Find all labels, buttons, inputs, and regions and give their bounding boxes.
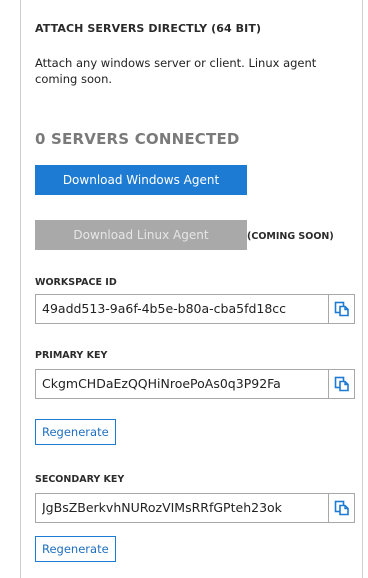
copy-icon [334, 376, 349, 392]
section-description: Attach any windows server or client. Lin… [35, 56, 317, 86]
primary-key-field[interactable]: CkgmCHDaEzQQHiNroePoAs0q3P92Fa [35, 369, 355, 399]
primary-key-value[interactable]: CkgmCHDaEzQQHiNroePoAs0q3P92Fa [42, 370, 320, 398]
copy-icon [334, 301, 349, 317]
regenerate-primary-key-button[interactable]: Regenerate [35, 419, 116, 445]
copy-primary-key-button[interactable] [328, 370, 354, 398]
secondary-key-label: SECONDARY KEY [35, 474, 125, 485]
coming-soon-note: (COMING SOON) [247, 231, 334, 242]
download-linux-agent-button: Download Linux Agent [35, 220, 247, 250]
workspace-id-field[interactable]: 49add513-9a6f-4b5e-b80a-cba5fd18cc [35, 294, 355, 324]
download-windows-agent-button[interactable]: Download Windows Agent [35, 165, 247, 195]
servers-connected-count: 0 SERVERS CONNECTED [35, 130, 240, 148]
primary-key-label: PRIMARY KEY [35, 350, 108, 361]
regenerate-secondary-key-button[interactable]: Regenerate [35, 536, 116, 562]
workspace-id-label: WORKSPACE ID [35, 277, 117, 288]
copy-icon [334, 500, 349, 516]
secondary-key-field[interactable]: JgBsZBerkvhNURozVIMsRRfGPteh23ok [35, 493, 355, 523]
section-title: ATTACH SERVERS DIRECTLY (64 BIT) [35, 22, 262, 35]
attach-servers-panel: ATTACH SERVERS DIRECTLY (64 BIT) Attach … [20, 0, 363, 578]
secondary-key-value[interactable]: JgBsZBerkvhNURozVIMsRRfGPteh23ok [42, 494, 320, 522]
workspace-id-value[interactable]: 49add513-9a6f-4b5e-b80a-cba5fd18cc [42, 295, 320, 323]
copy-secondary-key-button[interactable] [328, 494, 354, 522]
copy-workspace-id-button[interactable] [328, 295, 354, 323]
